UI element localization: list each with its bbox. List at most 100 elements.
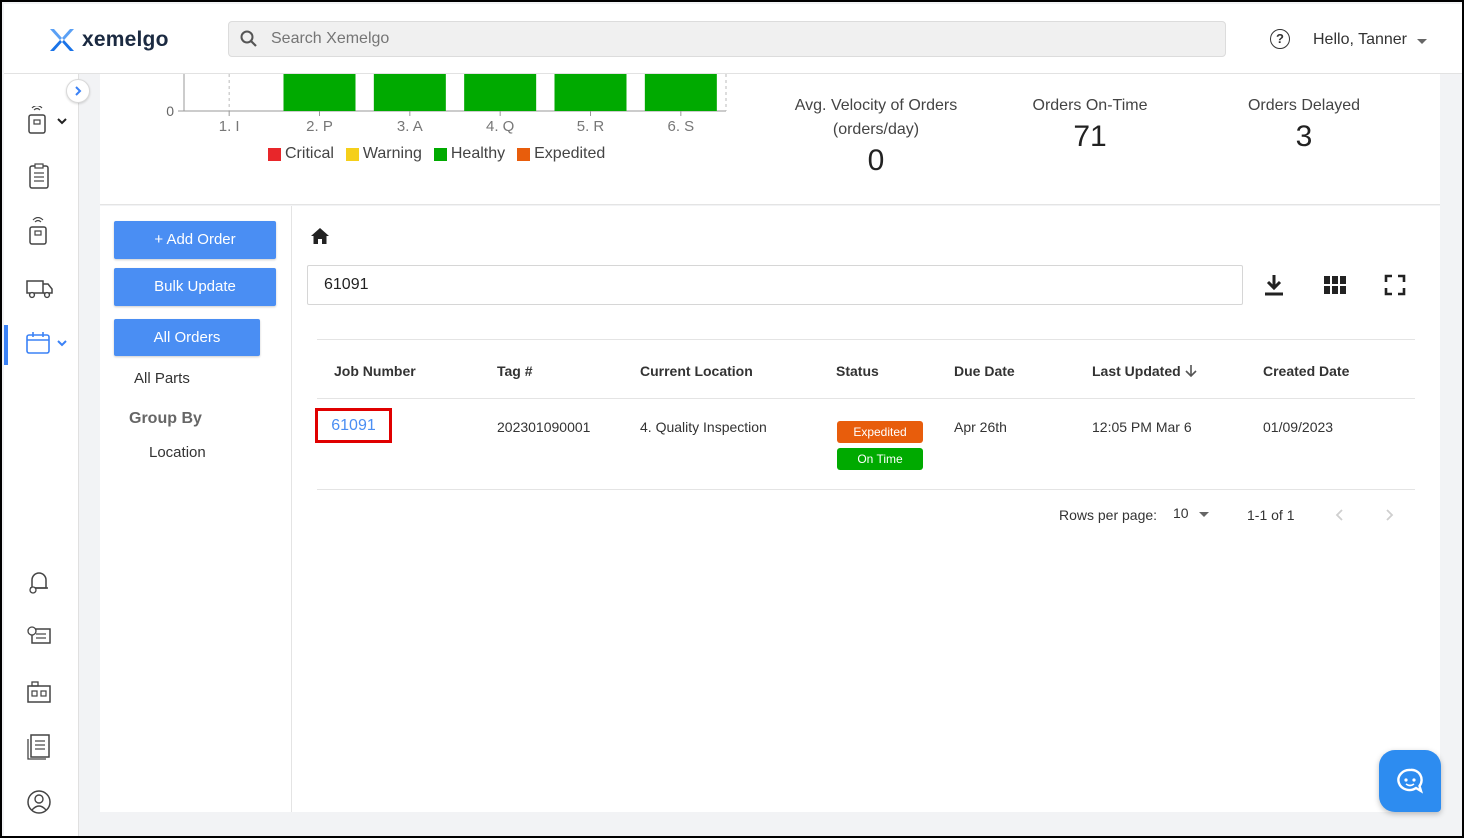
top-header: xemelgo ? Hello, Tanner xyxy=(4,4,1462,74)
stat-label-sub: (orders/day) xyxy=(832,121,920,138)
bar-6 xyxy=(644,74,717,111)
pagination-range: 1-1 of 1 xyxy=(1247,507,1295,523)
legend-label: Critical xyxy=(285,145,334,162)
status-badge-on-time: On Time xyxy=(837,448,923,470)
nav-item-documents[interactable] xyxy=(24,728,74,764)
col-job-number[interactable]: Job Number xyxy=(334,363,416,379)
stat-label: Orders Delayed xyxy=(1247,97,1361,114)
stat-orders-on-time: Orders On-Time 71 xyxy=(1010,94,1170,154)
search-input[interactable] xyxy=(271,30,1171,48)
nav-item-assets[interactable] xyxy=(24,103,74,139)
nav-item-inventory[interactable] xyxy=(24,158,74,194)
nav-item-tracking[interactable] xyxy=(24,214,74,250)
rows-per-page-value: 10 xyxy=(1173,505,1189,521)
user-greeting: Hello, Tanner xyxy=(1313,31,1407,48)
col-created-date[interactable]: Created Date xyxy=(1263,363,1349,379)
legend-label: Expedited xyxy=(534,145,606,162)
previous-page-icon[interactable] xyxy=(1334,508,1346,522)
cell-created-date: 01/09/2023 xyxy=(1263,419,1334,435)
col-current-location[interactable]: Current Location xyxy=(640,363,753,379)
chevron-down-icon xyxy=(1416,38,1427,44)
global-search[interactable] xyxy=(228,21,1226,57)
left-nav-rail xyxy=(4,74,79,836)
col-status[interactable]: Status xyxy=(836,363,879,379)
chart-legend: Critical Warning Healthy Expedited xyxy=(268,145,605,163)
nav-item-alerts[interactable] xyxy=(24,563,74,599)
col-due-date[interactable]: Due Date xyxy=(954,363,1015,379)
x-tick-label: 5. R xyxy=(577,118,605,135)
rows-per-page-select[interactable]: 10 xyxy=(1173,505,1209,521)
chat-bubble-icon xyxy=(1397,768,1424,794)
add-order-button[interactable]: + Add Order xyxy=(114,221,276,259)
chat-button[interactable] xyxy=(1379,750,1441,812)
all-parts-tab[interactable]: All Parts xyxy=(134,370,190,387)
stat-value: 3 xyxy=(1295,120,1313,153)
legend-label: Warning xyxy=(362,145,422,162)
cell-tag: 202301090001 xyxy=(497,419,591,435)
col-tag[interactable]: Tag # xyxy=(497,363,533,379)
home-icon[interactable] xyxy=(310,227,330,245)
tag-device-icon xyxy=(28,106,46,134)
x-tick-label: 3. A xyxy=(397,118,423,135)
chevron-right-icon xyxy=(75,86,82,96)
stat-label: Orders On-Time xyxy=(1032,97,1148,114)
bar-4 xyxy=(464,74,537,111)
legend-swatch xyxy=(433,147,447,161)
clipboard-list-icon xyxy=(29,163,49,189)
legend-item-healthy: Healthy xyxy=(433,145,506,163)
legend-swatch xyxy=(268,147,281,161)
group-by-location[interactable]: Location xyxy=(149,444,206,461)
legend-item-critical: Critical xyxy=(268,145,334,163)
nav-item-work-orders[interactable] xyxy=(24,325,74,361)
status-bar-chart: 0 1. I 2. P 3. A 4. Q 5. R 6. S xyxy=(166,74,727,135)
rows-per-page-label: Rows per page: xyxy=(1059,507,1158,523)
building-icon xyxy=(27,681,51,703)
truck-icon xyxy=(26,280,53,299)
xemelgo-logo-icon xyxy=(50,29,74,51)
nav-item-facilities[interactable] xyxy=(24,673,74,709)
x-tick-label: 6. S xyxy=(667,118,694,135)
download-icon[interactable] xyxy=(1261,272,1287,298)
logo[interactable]: xemelgo xyxy=(50,28,169,52)
stat-value: 0 xyxy=(867,144,885,177)
chevron-down-icon xyxy=(57,340,67,347)
bell-gear-icon xyxy=(29,572,48,594)
cell-due-date: Apr 26th xyxy=(954,419,1007,435)
legend-item-warning: Warning xyxy=(345,145,422,163)
nav-active-indicator xyxy=(4,325,8,365)
help-icon[interactable]: ? xyxy=(1270,29,1290,49)
cell-last-updated: 12:05 PM Mar 6 xyxy=(1092,419,1192,435)
stat-value: 71 xyxy=(1073,120,1107,153)
nav-item-profile[interactable] xyxy=(24,784,74,820)
user-menu[interactable]: Hello, Tanner xyxy=(1313,31,1427,49)
nav-item-reports[interactable] xyxy=(24,618,74,654)
table-filter-input[interactable] xyxy=(307,265,1243,305)
bar-2 xyxy=(283,74,356,111)
legend-label: Healthy xyxy=(450,145,506,162)
fullscreen-icon[interactable] xyxy=(1382,272,1408,298)
sort-descending-icon[interactable] xyxy=(1184,363,1198,379)
bulk-update-button[interactable]: Bulk Update xyxy=(114,268,276,306)
legend-swatch xyxy=(517,147,531,161)
next-page-icon[interactable] xyxy=(1383,508,1395,522)
report-settings-icon xyxy=(27,626,51,644)
expand-nav-button[interactable] xyxy=(66,79,90,103)
document-list-icon xyxy=(27,734,50,760)
legend-item-expedited: Expedited xyxy=(517,145,605,163)
job-number-link[interactable]: 61091 xyxy=(315,408,392,443)
stat-orders-delayed: Orders Delayed 3 xyxy=(1224,94,1384,154)
chevron-down-icon xyxy=(57,118,67,125)
all-orders-tab[interactable]: All Orders xyxy=(114,319,260,356)
grid-view-icon[interactable] xyxy=(1322,272,1348,298)
metrics-card: 0 1. I 2. P 3. A 4. Q 5. R 6. S Critical Warni… xyxy=(100,74,1440,205)
app-frame: xemelgo ? Hello, Tanner xyxy=(0,0,1464,838)
y-tick-label: 0 xyxy=(166,103,174,119)
logo-text: xemelgo xyxy=(82,28,169,51)
search-icon xyxy=(240,30,257,47)
table-header: Job Number Tag # Current Location Status… xyxy=(317,339,1415,399)
x-tick-label: 1. I xyxy=(219,118,240,135)
nav-item-shipments[interactable] xyxy=(24,269,74,305)
rfid-tag-icon xyxy=(29,217,47,245)
col-last-updated[interactable]: Last Updated xyxy=(1092,363,1181,379)
stat-label: Avg. Velocity of Orders xyxy=(794,97,958,114)
